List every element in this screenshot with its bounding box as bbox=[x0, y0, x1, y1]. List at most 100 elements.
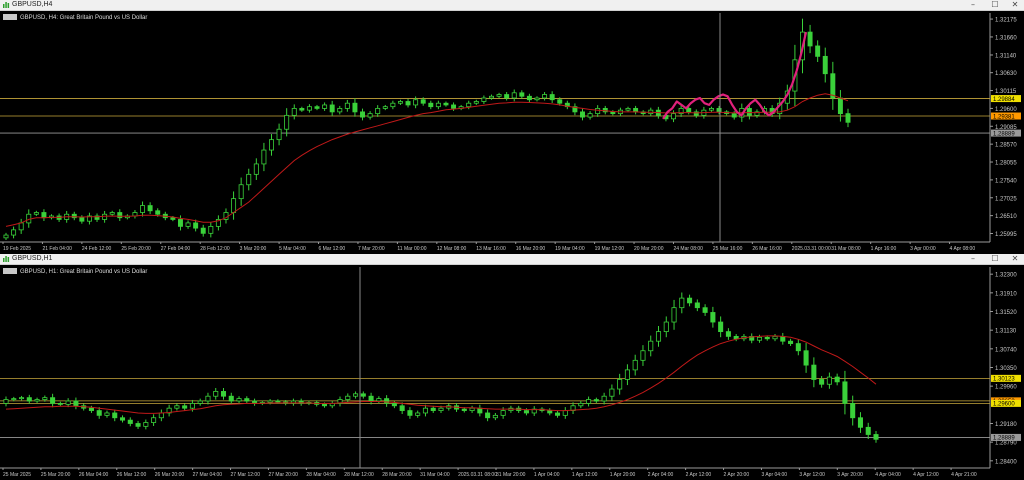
one-click-trading-icon[interactable] bbox=[3, 14, 17, 20]
candle-bull bbox=[390, 102, 396, 108]
candle-bull bbox=[562, 410, 568, 416]
price-chart-h4[interactable]: 1.32175 1.31660 1.31140 1.30630 1.30115 1.296… bbox=[0, 11, 1024, 254]
candle-bull bbox=[231, 198, 237, 213]
candle-bear bbox=[407, 410, 413, 416]
candle-bear bbox=[815, 45, 821, 57]
candle-bull bbox=[640, 350, 646, 361]
candle-bear bbox=[50, 397, 56, 404]
price-chart-h1[interactable]: 1.32300 1.31910 1.31520 1.31130 1.30740 1.303… bbox=[0, 265, 1024, 480]
candle-bear bbox=[314, 106, 320, 109]
chart-app-icon bbox=[3, 2, 10, 8]
candle-bull bbox=[65, 400, 71, 405]
minimize-button[interactable]: – bbox=[966, 0, 980, 10]
close-button[interactable]: ✕ bbox=[1008, 0, 1022, 10]
candle-bull bbox=[492, 414, 498, 419]
candle-bear bbox=[526, 95, 532, 101]
price-level-label: 1.28889 bbox=[993, 436, 1015, 442]
price-level-label: 1.28889 bbox=[993, 131, 1015, 137]
chart-window-h1[interactable]: GBPUSD,H1 – ☐ ✕ 1.32300 1.31910 1.31520 1.3… bbox=[0, 254, 1024, 480]
candle-bear bbox=[79, 217, 85, 222]
candle-bull bbox=[3, 234, 9, 239]
candle-bear bbox=[451, 104, 457, 109]
candle-bull bbox=[3, 399, 9, 404]
candle-bear bbox=[842, 381, 848, 404]
candle-bull bbox=[269, 139, 274, 151]
candle-bull bbox=[397, 101, 403, 104]
x-tick-label: 4 Apr 21:00 bbox=[951, 472, 977, 478]
candle-bear bbox=[857, 417, 863, 428]
candle-bull bbox=[671, 113, 677, 120]
window-title: GBPUSD,H4 bbox=[12, 1, 53, 8]
candle-bear bbox=[299, 108, 305, 111]
maximize-button[interactable]: ☐ bbox=[988, 254, 1002, 264]
candle-bull bbox=[261, 149, 267, 165]
candle-bull bbox=[143, 422, 149, 427]
x-tick-label: 4 Apr 08:00 bbox=[950, 246, 976, 252]
candle-bear bbox=[420, 99, 426, 104]
price-level-label: 1.29381 bbox=[993, 114, 1015, 120]
candle-bull bbox=[253, 163, 259, 175]
x-tick-label: 26 Mar 16:00 bbox=[752, 246, 782, 252]
x-tick-label: 25 Mar 16:00 bbox=[713, 246, 743, 252]
y-tick-label: 1.28400 bbox=[995, 459, 1017, 465]
candle-bull bbox=[322, 104, 328, 109]
candle-bear bbox=[220, 391, 227, 397]
minimize-button[interactable]: – bbox=[966, 254, 980, 264]
candle-bull bbox=[140, 205, 146, 213]
close-button[interactable]: ✕ bbox=[1008, 254, 1022, 264]
x-tick-label: 31 Mar 08:00 bbox=[831, 246, 861, 252]
candle-bear bbox=[360, 393, 366, 397]
candle-bull bbox=[671, 307, 677, 323]
candle-bear bbox=[686, 108, 692, 113]
candle-bear bbox=[593, 399, 599, 402]
candle-bull bbox=[489, 95, 494, 99]
chart-window-h4[interactable]: GBPUSD,H4 – ☐ ✕ 1.32175 1.31660 1.31140 1.3… bbox=[0, 0, 1024, 254]
candle-bull bbox=[185, 222, 191, 227]
y-tick-label: 1.30350 bbox=[995, 366, 1017, 372]
candle-bull bbox=[367, 113, 373, 118]
x-tick-label: 25 Mar 20:00 bbox=[41, 472, 71, 478]
x-tick-label: 31 Mar 20:00 bbox=[496, 472, 526, 478]
candle-bear bbox=[834, 376, 840, 383]
x-tick-label: 4 Apr 04:00 bbox=[875, 472, 901, 478]
candle-bull bbox=[601, 395, 607, 402]
candle-bull bbox=[826, 376, 832, 385]
candle-bear bbox=[88, 407, 94, 411]
candle-bull bbox=[19, 397, 25, 400]
candle-bear bbox=[26, 397, 32, 402]
candle-bull bbox=[578, 402, 584, 407]
candle-bear bbox=[549, 94, 555, 101]
candle-bull bbox=[337, 108, 343, 113]
candle-bull bbox=[197, 400, 203, 404]
y-tick-label: 1.25995 bbox=[995, 232, 1017, 238]
candle-bear bbox=[803, 350, 809, 366]
candle-bear bbox=[523, 410, 529, 414]
chart-background bbox=[0, 265, 1024, 480]
candle-bull bbox=[609, 388, 615, 397]
window-titlebar[interactable]: GBPUSD,H1 – ☐ ✕ bbox=[0, 254, 1024, 265]
candle-bull bbox=[534, 97, 540, 101]
window-titlebar[interactable]: GBPUSD,H4 – ☐ ✕ bbox=[0, 0, 1024, 11]
candle-bear bbox=[177, 219, 183, 227]
candle-bull bbox=[208, 225, 214, 234]
one-click-trading-icon[interactable] bbox=[3, 268, 17, 274]
candle-bear bbox=[733, 335, 739, 340]
candle-bull bbox=[500, 410, 506, 416]
candle-bear bbox=[633, 108, 639, 113]
x-tick-label: 3 Apr 04:00 bbox=[761, 472, 787, 478]
candle-bull bbox=[276, 128, 282, 141]
candle-bear bbox=[329, 104, 335, 113]
candle-bear bbox=[830, 73, 836, 99]
maximize-button[interactable]: ☐ bbox=[988, 0, 1002, 10]
x-tick-label: 26 Mar 12:00 bbox=[117, 472, 147, 478]
candle-bear bbox=[554, 412, 561, 416]
candle-bear bbox=[811, 364, 817, 380]
candle-bear bbox=[837, 97, 843, 115]
candle-bull bbox=[151, 417, 157, 423]
y-tick-label: 1.31140 bbox=[995, 53, 1017, 59]
candle-bull bbox=[415, 412, 421, 416]
candle-bear bbox=[461, 408, 467, 411]
candle-bear bbox=[746, 108, 752, 116]
candle-bull bbox=[267, 400, 273, 403]
y-tick-label: 1.31910 bbox=[995, 291, 1017, 297]
